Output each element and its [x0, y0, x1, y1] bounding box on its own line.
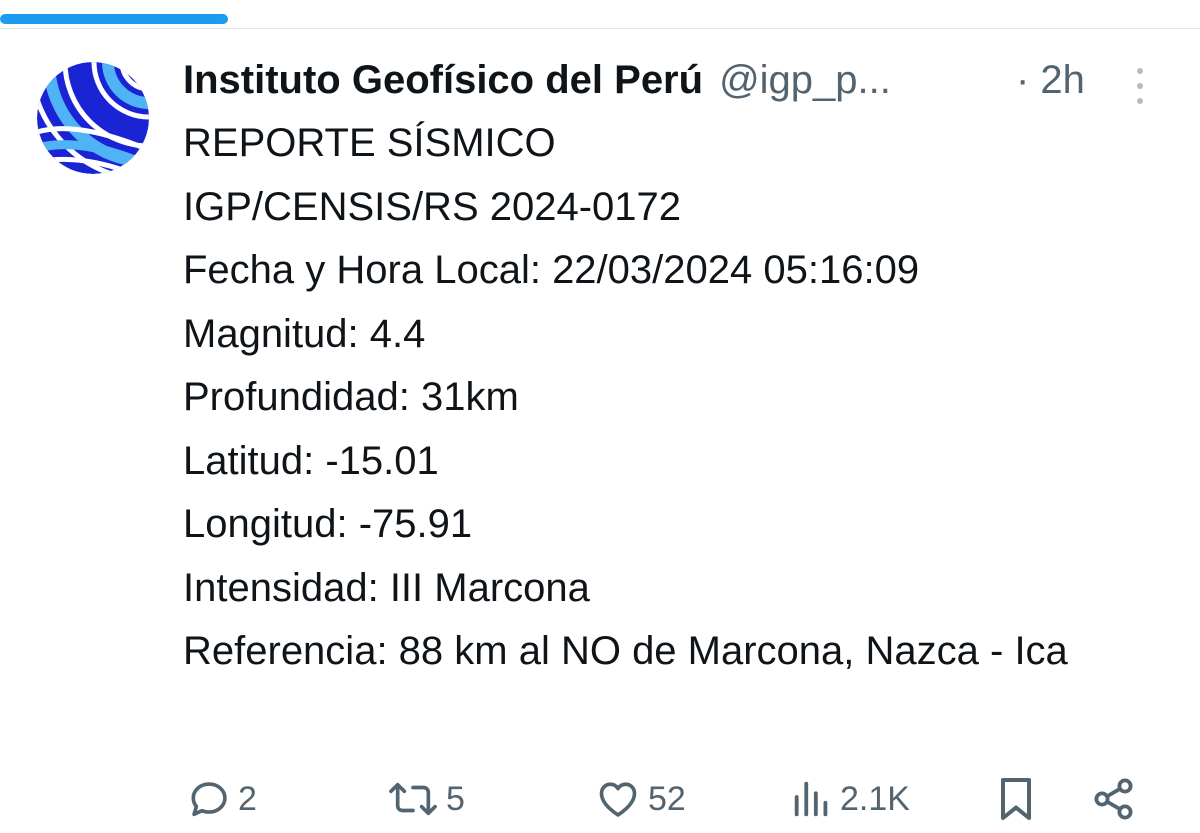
heart-icon [599, 782, 637, 817]
post-text-line: Referencia: 88 km al NO de Marcona, Nazc… [183, 629, 1068, 673]
author-name[interactable]: Instituto Geofísico del Perú [183, 52, 703, 108]
share-button[interactable] [1090, 766, 1138, 832]
post-text-line: Magnitud: 4.4 [183, 311, 426, 356]
post-text-line: REPORTE SÍSMICO [183, 121, 556, 165]
more-options-icon[interactable] [1125, 66, 1155, 106]
bookmark-button[interactable] [994, 766, 1038, 832]
post-text-line: IGP/CENSIS/RS 2024-0172 [183, 184, 682, 229]
repost-icon [389, 782, 437, 816]
reply-icon [191, 782, 227, 817]
top-progress-bar [0, 14, 228, 24]
action-bar: 2 5 52 2.1K [0, 766, 1200, 832]
like-button[interactable]: 52 [594, 766, 686, 832]
post-text-line: Latitud: -15.01 [183, 438, 439, 483]
avatar[interactable] [37, 62, 149, 174]
views-count: 2.1K [840, 779, 910, 818]
reply-count: 2 [238, 779, 257, 818]
top-divider [0, 28, 1200, 29]
share-icon [1094, 778, 1133, 820]
post-header: Instituto Geofísico del Perú @igp_p... [183, 52, 891, 108]
igp-logo-icon [37, 62, 149, 174]
post-text-line: Longitud: -75.91 [183, 502, 473, 546]
views-button[interactable]: 2.1K [790, 766, 910, 832]
reply-button[interactable]: 2 [186, 766, 257, 832]
post-time[interactable]: · 2h [1016, 52, 1085, 108]
post-text: REPORTE SÍSMICO IGP/CENSIS/RS 2024-0172 … [183, 112, 1173, 684]
post-text-line: Intensidad: III Marcona [183, 565, 590, 610]
post-text-line: Fecha y Hora Local: 22/03/2024 05:16:09 [183, 248, 920, 292]
post-screen: Instituto Geofísico del Perú @igp_p... ·… [0, 0, 1200, 833]
author-handle[interactable]: @igp_p... [719, 52, 891, 108]
post-text-line: Profundidad: 31km [183, 375, 519, 419]
views-icon [794, 781, 828, 817]
like-count: 52 [648, 779, 686, 818]
bookmark-icon [1001, 778, 1031, 820]
repost-count: 5 [446, 779, 465, 818]
repost-button[interactable]: 5 [386, 766, 465, 832]
